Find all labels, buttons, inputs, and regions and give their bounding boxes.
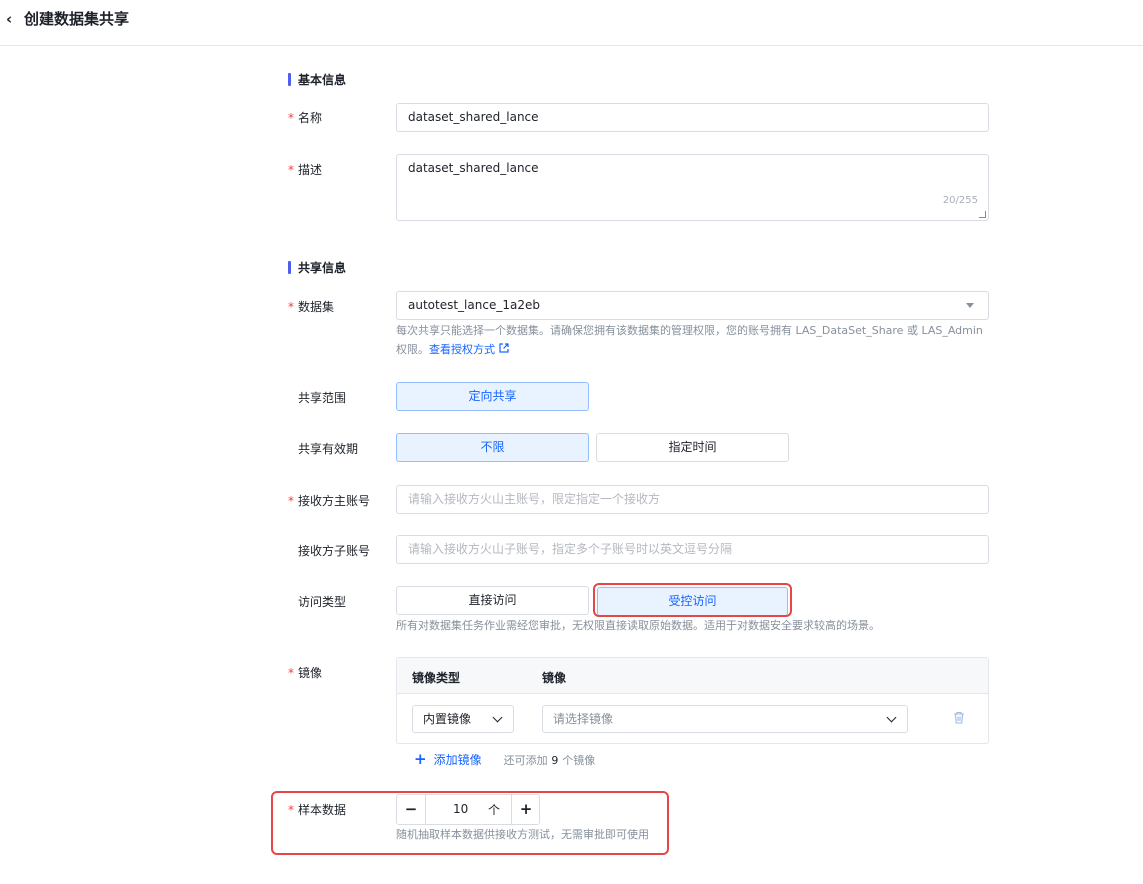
name-label: * 名称 [288, 111, 323, 125]
access-direct-button[interactable]: 直接访问 [396, 586, 589, 615]
image-label: * 镜像 [288, 666, 323, 680]
section-basic-info: 基本信息 [288, 71, 346, 88]
validity-label: 共享有效期 [298, 442, 359, 456]
main-account-label: * 接收方主账号 [288, 494, 371, 508]
section-share-info: 共享信息 [288, 259, 346, 276]
dataset-label: * 数据集 [288, 300, 335, 314]
highlight-box [593, 583, 792, 617]
highlight-box [271, 791, 669, 855]
description-counter: 20/255 [942, 195, 978, 206]
validity-specified-time-button[interactable]: 指定时间 [596, 433, 789, 462]
add-image-button[interactable]: 添加镜像 [434, 753, 482, 767]
remaining-prefix: 还可添加 [503, 754, 548, 767]
name-input[interactable]: dataset_shared_lance [396, 103, 989, 132]
remaining-suffix: 个镜像 [562, 754, 596, 767]
image-table: 镜像类型 镜像 内置镜像 请选择镜像 [396, 657, 989, 744]
dataset-hint: 每次共享只能选择一个数据集。请确保您拥有该数据集的管理权限，您的账号拥有 LAS… [396, 324, 983, 356]
access-type-hint: 所有对数据集任务作业需经您审批，无权限直接读取原始数据。适用于对数据安全要求较高… [396, 619, 880, 632]
caret-down-icon [966, 303, 974, 308]
share-scope-directed-button[interactable]: 定向共享 [396, 382, 589, 411]
validity-unlimited-button[interactable]: 不限 [396, 433, 589, 462]
auth-method-link[interactable]: 查看授权方式 [429, 343, 509, 356]
external-link-icon [498, 343, 509, 353]
remaining-count: 9 [551, 754, 559, 767]
page-header: ‹ 创建数据集共享 [0, 0, 1143, 46]
plus-icon[interactable]: + [414, 750, 427, 768]
description-label: * 描述 [288, 163, 323, 177]
col-image-type: 镜像类型 [412, 671, 461, 685]
image-select[interactable]: 请选择镜像 [542, 705, 908, 733]
page-title: 创建数据集共享 [24, 10, 130, 28]
sub-account-label: 接收方子账号 [298, 544, 371, 558]
add-image-row: + 添加镜像 还可添加 9 个镜像 [414, 750, 595, 768]
resize-handle[interactable] [979, 211, 986, 218]
delete-icon[interactable] [953, 711, 965, 724]
dataset-select-value: autotest_lance_1a2eb [408, 298, 540, 312]
chevron-down-icon [492, 712, 503, 723]
description-value: dataset_shared_lance [408, 161, 539, 175]
dataset-select[interactable]: autotest_lance_1a2eb [396, 291, 989, 320]
description-textarea[interactable]: dataset_shared_lance 20/255 [396, 154, 989, 221]
share-scope-label: 共享范围 [298, 391, 347, 405]
image-type-select[interactable]: 内置镜像 [412, 705, 514, 733]
sub-account-input[interactable]: 请输入接收方火山子账号，指定多个子账号时以英文逗号分隔 [396, 535, 989, 564]
back-icon[interactable]: ‹ [6, 10, 12, 28]
access-type-label: 访问类型 [298, 595, 347, 609]
col-image: 镜像 [542, 671, 567, 685]
image-table-header: 镜像类型 镜像 [397, 658, 988, 694]
main-account-input[interactable]: 请输入接收方火山主账号，限定指定一个接收方 [396, 485, 989, 514]
chevron-down-icon [886, 712, 897, 723]
